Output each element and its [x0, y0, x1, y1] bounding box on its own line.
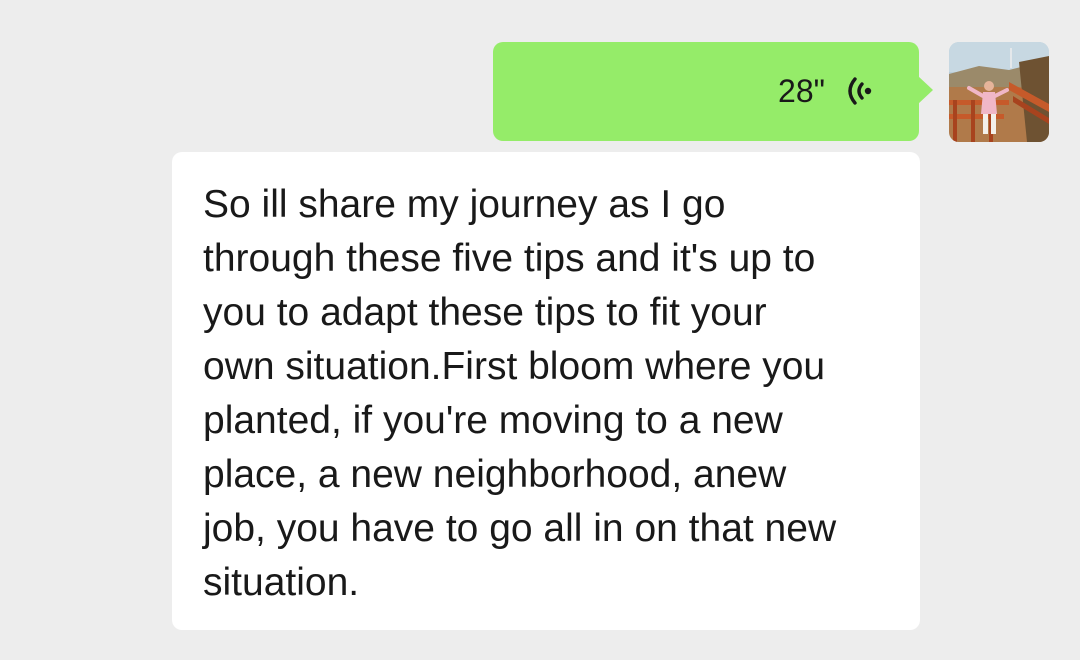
transcript-line: So ill share my journey as I go — [203, 183, 726, 226]
avatar[interactable] — [949, 42, 1049, 142]
transcript-bubble[interactable]: So ill share my journey as I go through … — [172, 152, 920, 630]
transcript-line: situation. — [203, 561, 360, 604]
user-avatar-photo — [949, 42, 1049, 142]
transcript-line: place, a new neighborhood, anew — [203, 453, 787, 496]
transcript-line: job, you have to go all in on that new — [203, 507, 837, 550]
voice-duration: 28" — [778, 73, 825, 109]
transcript-line: planted, if you're moving to a new — [203, 399, 783, 442]
voice-message-bubble[interactable]: 28" — [493, 42, 933, 141]
transcript-line: you to adapt these tips to fit your — [203, 291, 767, 334]
transcript-line: own situation.First bloom where you — [203, 345, 826, 388]
transcript-line: through these five tips and it's up to — [203, 237, 816, 280]
voice-wave-icon — [841, 73, 877, 109]
transcript-text: So ill share my journey as I go through … — [203, 178, 900, 610]
